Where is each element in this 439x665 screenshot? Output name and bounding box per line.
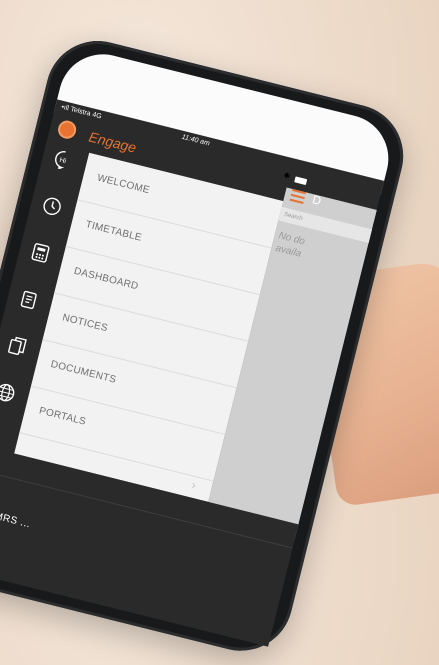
calculator-icon[interactable] [27,240,54,267]
menu-item-label: PORTALS [37,405,88,428]
phone-screen: •ıll Telstra 4G 11:40 am ✱ Engage D Sear… [0,99,385,647]
documents-icon[interactable] [4,333,31,360]
notepad-icon[interactable] [16,286,43,313]
globe-icon[interactable] [0,379,19,406]
chevron-right-icon[interactable]: › [190,478,197,493]
menu-item-label: TIMETABLE [84,219,143,244]
phone: •ıll Telstra 4G 11:40 am ✱ Engage D Sear… [0,30,429,665]
battery-icon [294,176,308,186]
app-title: Engage [87,128,138,156]
engage-logo-icon[interactable] [56,118,79,141]
menu-item-label: WELCOME [95,172,151,197]
svg-text:Hi: Hi [59,157,68,165]
clock-icon[interactable] [39,193,66,220]
user-name[interactable]: MRS ... [0,511,32,531]
bluetooth-icon: ✱ [282,170,292,181]
menu-item-label: DOCUMENTS [49,358,118,386]
menu-item-label: DASHBOARD [72,265,140,293]
menu-item-label: NOTICES [61,312,109,335]
speech-bubble-hi-icon[interactable]: Hi [50,146,77,173]
